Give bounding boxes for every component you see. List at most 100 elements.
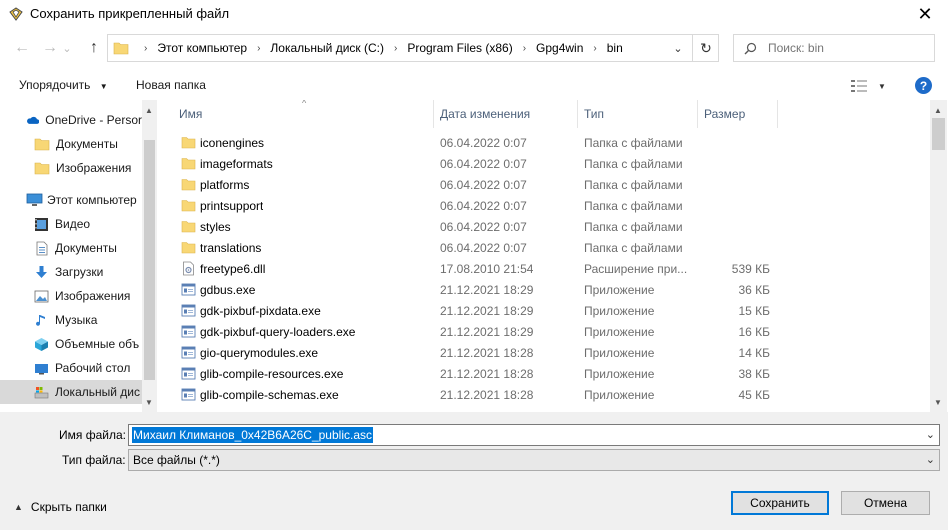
scroll-up-icon[interactable]: ▲ [934, 106, 942, 115]
file-row[interactable]: gdbus.exe 21.12.2021 18:29 Приложение 36 КБ [157, 279, 930, 300]
chevron-down-icon[interactable]: ⌄ [926, 428, 935, 441]
filename-input[interactable]: Михаил Климанов_0x42B6A26C_public.asc [132, 427, 373, 443]
scroll-down-icon[interactable]: ▼ [145, 398, 153, 407]
search-box[interactable] [733, 34, 935, 62]
sidebar-item-label: Этот компьютер [47, 193, 137, 207]
hide-folders-toggle[interactable]: ▲ Скрыть папки [14, 500, 107, 514]
sidebar-item-onedrive-documents[interactable]: Документы [0, 132, 142, 156]
address-history-dropdown[interactable]: ⌄ [664, 35, 692, 61]
filename-field[interactable]: Михаил Климанов_0x42B6A26C_public.asc ⌄ [128, 424, 940, 446]
sidebar-item-documents[interactable]: Документы [0, 236, 142, 260]
search-input[interactable] [768, 38, 928, 58]
column-header-label: Тип [584, 107, 605, 121]
file-name: translations [200, 240, 262, 255]
breadcrumb-separator[interactable]: › [523, 43, 526, 54]
breadcrumb-bin[interactable]: bin [607, 41, 623, 55]
sidebar-item-onedrive-pictures[interactable]: Изображения [0, 156, 142, 180]
breadcrumb-separator[interactable]: › [144, 43, 147, 54]
hide-folders-label: Скрыть папки [30, 500, 107, 514]
file-date: 06.04.2022 0:07 [440, 177, 527, 192]
dropdown-arrow-icon: ▼ [99, 82, 108, 91]
file-size: 14 КБ [738, 345, 770, 360]
address-bar[interactable]: › Этот компьютер › Локальный диск (C:) ›… [107, 34, 719, 62]
breadcrumb-separator[interactable]: › [257, 43, 260, 54]
column-header-type[interactable]: Тип [584, 100, 697, 128]
file-name: glib-compile-schemas.exe [200, 387, 339, 402]
file-list-scrollbar[interactable]: ▲ ▼ [930, 100, 947, 412]
cancel-button[interactable]: Отмена [841, 491, 930, 515]
breadcrumb-gpg4win[interactable]: Gpg4win [536, 41, 583, 55]
file-type: Приложение [584, 366, 655, 381]
file-type: Папка с файлами [584, 240, 683, 255]
breadcrumb-program-files[interactable]: Program Files (x86) [407, 41, 512, 55]
navigation-pane-scrollbar[interactable]: ▲ ▼ [142, 100, 157, 412]
breadcrumb-separator[interactable]: › [593, 43, 596, 54]
sidebar-item-pictures[interactable]: Изображения [0, 284, 142, 308]
scroll-down-icon[interactable]: ▼ [934, 398, 942, 407]
column-divider[interactable] [777, 100, 778, 128]
file-row[interactable]: gdk-pixbuf-pixdata.exe 21.12.2021 18:29 Пр… [157, 300, 930, 321]
breadcrumb-this-pc[interactable]: Этот компьютер [157, 41, 247, 55]
file-size [704, 174, 770, 195]
details-view-icon [851, 80, 867, 92]
folder-icon [34, 162, 50, 175]
sidebar-item-video[interactable]: Видео [0, 212, 142, 236]
column-header-size[interactable]: Размер [704, 100, 777, 128]
refresh-button[interactable]: ↻ [692, 35, 719, 61]
help-button[interactable]: ? [915, 77, 932, 94]
file-name: gdbus.exe [200, 282, 256, 297]
file-name: iconengines [200, 135, 265, 150]
file-size [704, 153, 770, 174]
file-row[interactable]: printsupport 06.04.2022 0:07 Папка с файла… [157, 195, 930, 216]
file-row[interactable]: freetype6.dll 17.08.2010 21:54 Расширение … [157, 258, 930, 279]
file-row[interactable]: styles 06.04.2022 0:07 Папка с файлами [157, 216, 930, 237]
sidebar-item-3d-objects[interactable]: Объемные объ [0, 332, 142, 356]
sidebar-item-downloads[interactable]: Загрузки [0, 260, 142, 284]
save-button[interactable]: Сохранить [731, 491, 829, 515]
file-type: Приложение [584, 345, 655, 360]
column-divider[interactable] [577, 100, 578, 128]
file-row[interactable]: glib-compile-resources.exe 21.12.2021 18:… [157, 363, 930, 384]
file-row[interactable]: iconengines 06.04.2022 0:07 Папка с файлам… [157, 132, 930, 153]
file-date: 06.04.2022 0:07 [440, 135, 527, 150]
back-button[interactable]: ← [10, 36, 34, 60]
column-header-date[interactable]: Дата изменения [440, 100, 577, 128]
column-divider[interactable] [433, 100, 434, 128]
file-name: freetype6.dll [200, 261, 266, 276]
organize-menu[interactable]: Упорядочить ▼ [19, 78, 108, 92]
organize-label: Упорядочить [19, 78, 91, 92]
new-folder-button[interactable]: Новая папка [136, 78, 206, 92]
file-size: 16 КБ [738, 324, 770, 339]
scroll-up-icon[interactable]: ▲ [145, 106, 153, 115]
close-icon: ✕ [917, 3, 933, 24]
sidebar-item-label: Рабочий стол [55, 361, 131, 375]
column-divider[interactable] [697, 100, 698, 128]
file-row[interactable]: translations 06.04.2022 0:07 Папка с файла… [157, 237, 930, 258]
file-date: 06.04.2022 0:07 [440, 240, 527, 255]
filetype-select[interactable]: Все файлы (*.*) ⌄ [128, 449, 940, 471]
view-options-button[interactable]: ▼ [850, 78, 886, 94]
sidebar-item-music[interactable]: Музыка [0, 308, 142, 332]
file-date: 21.12.2021 18:29 [440, 324, 534, 339]
forward-button[interactable]: → [38, 36, 62, 60]
scrollbar-thumb[interactable] [932, 118, 945, 150]
up-button[interactable]: ↑ [82, 36, 106, 60]
file-row[interactable]: platforms 06.04.2022 0:07 Папка с файлами [157, 174, 930, 195]
file-name: gdk-pixbuf-query-loaders.exe [200, 324, 356, 339]
sidebar-item-local-disk[interactable]: Локальный дис [0, 380, 142, 404]
breadcrumb-local-disk[interactable]: Локальный диск (C:) [270, 41, 384, 55]
file-date: 06.04.2022 0:07 [440, 198, 527, 213]
close-button[interactable]: ✕ [902, 0, 948, 28]
breadcrumb-separator[interactable]: › [394, 43, 397, 54]
column-header-name[interactable]: Имя [179, 100, 433, 128]
file-row[interactable]: imageformats 06.04.2022 0:07 Папка с файла… [157, 153, 930, 174]
sidebar-item-desktop[interactable]: Рабочий стол [0, 356, 142, 380]
sidebar-item-onedrive[interactable]: OneDrive - Persor [0, 108, 142, 132]
recent-locations-button[interactable]: ⌄ [60, 36, 74, 60]
scrollbar-thumb[interactable] [144, 140, 155, 380]
file-row[interactable]: gio-querymodules.exe 21.12.2021 18:28 Прил… [157, 342, 930, 363]
chevron-up-icon: ▲ [14, 502, 23, 512]
file-row[interactable]: gdk-pixbuf-query-loaders.exe 21.12.2021 1… [157, 321, 930, 342]
sidebar-item-this-pc[interactable]: Этот компьютер [0, 188, 142, 212]
file-row[interactable]: glib-compile-schemas.exe 21.12.2021 18:28… [157, 384, 930, 405]
